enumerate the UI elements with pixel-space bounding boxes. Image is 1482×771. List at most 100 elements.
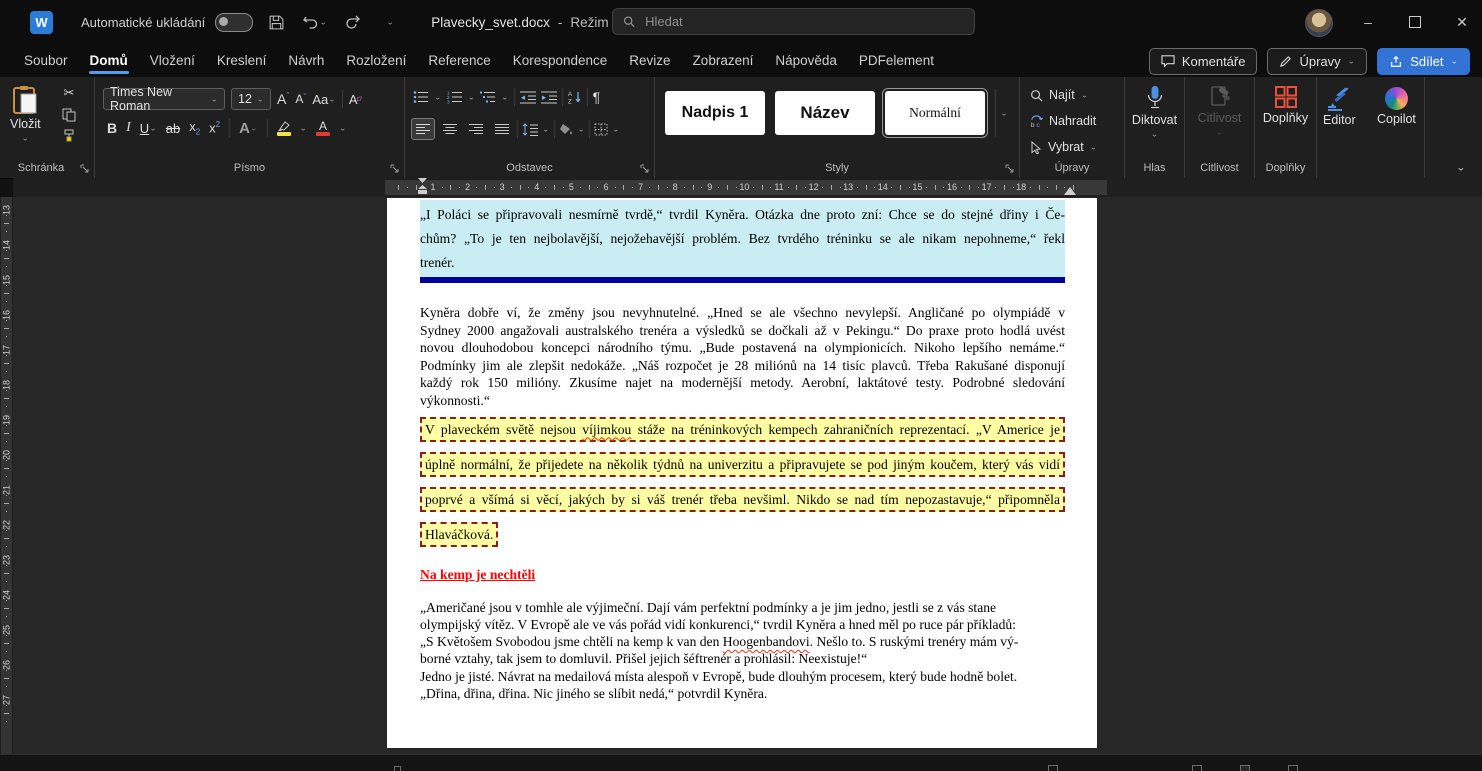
pencil-icon xyxy=(1279,55,1292,68)
tab-korespondence[interactable]: Korespondence xyxy=(502,46,619,76)
font-color-button[interactable]: A xyxy=(316,121,330,136)
cut-button[interactable]: ✂ xyxy=(64,85,75,101)
styles-gallery-more-button[interactable]: ⌄ xyxy=(995,89,1012,137)
tab-pdfelement[interactable]: PDFelement xyxy=(848,46,945,76)
autosave-toggle[interactable] xyxy=(215,13,253,32)
replace-button[interactable]: bc Nahradit xyxy=(1030,111,1097,131)
line-spacing-button[interactable] xyxy=(522,123,538,136)
text-highlight-button[interactable] xyxy=(277,121,291,136)
clipboard-dialog-launcher[interactable] xyxy=(80,164,89,173)
align-center-button[interactable] xyxy=(439,119,461,139)
minimize-button[interactable]: – xyxy=(1345,0,1391,44)
strikethrough-button[interactable]: ab xyxy=(166,121,180,136)
paste-button[interactable]: Vložit ⌄ xyxy=(10,85,41,144)
text-effects-button[interactable]: A⌄ xyxy=(239,120,257,137)
font-name-select[interactable]: Times New Roman⌄ xyxy=(103,88,225,110)
tab-domů[interactable]: Domů xyxy=(79,46,139,76)
tab-vložení[interactable]: Vložení xyxy=(139,46,206,76)
bullets-button[interactable] xyxy=(413,90,429,104)
italic-button[interactable]: I xyxy=(126,120,131,136)
subscript-button[interactable]: x2 xyxy=(189,119,200,137)
para-yellow-highlight[interactable]: V plaveckém světě nejsou víjimkou stáže … xyxy=(420,417,1065,557)
para-body-1[interactable]: Kyněra dobře ví, že změny jsou nevyhnute… xyxy=(420,304,1065,410)
close-button[interactable]: ✕ xyxy=(1439,0,1482,44)
style-card-nazev[interactable]: Název xyxy=(775,91,875,135)
heading-red[interactable]: Na kemp je nechtěli xyxy=(420,566,1065,583)
show-paragraph-marks-button[interactable]: ¶ xyxy=(593,89,601,105)
tab-rozložení[interactable]: Rozložení xyxy=(335,46,417,76)
select-button[interactable]: Vybrat ⌄ xyxy=(1030,137,1097,157)
font-dialog-launcher[interactable] xyxy=(390,164,399,173)
search-input[interactable] xyxy=(643,13,964,30)
ruler-number: 5 xyxy=(569,182,574,192)
document-page[interactable]: „I Poláci se připravovali nesmírně tvrdě… xyxy=(387,198,1097,748)
style-card-nadpis1[interactable]: Nadpis 1 xyxy=(665,91,765,135)
shrink-font-button[interactable]: Aˇ xyxy=(295,92,306,106)
doc-line: poprvé a všímá si věcí, jakých by si váš… xyxy=(420,487,1065,512)
doc-line: úplně normální, že přijedete na několik … xyxy=(420,452,1065,477)
comments-button[interactable]: Komentáře xyxy=(1149,48,1258,75)
tab-revize[interactable]: Revize xyxy=(618,46,681,76)
doc-line: borné vztahy, tak jsem to domluvil. Přiš… xyxy=(420,650,1065,667)
shading-button[interactable] xyxy=(559,123,574,136)
paragraph-dialog-launcher[interactable] xyxy=(640,164,649,173)
editor-button[interactable]: Editor xyxy=(1323,87,1356,127)
collapse-ribbon-chevron[interactable]: ⌄ xyxy=(1456,161,1466,173)
find-button[interactable]: Najít ⌄ xyxy=(1030,85,1097,105)
horizontal-ruler[interactable]: 123456789101112131415161718 xyxy=(13,178,1482,197)
save-button[interactable] xyxy=(261,7,291,37)
editing-mode-button[interactable]: Úpravy ⌄ xyxy=(1267,48,1367,75)
multilevel-list-button[interactable] xyxy=(480,90,496,104)
group-font: Times New Roman⌄ 12⌄ Aˆ Aˇ Aa⌄ A◊ B I U⌄… xyxy=(95,77,405,178)
change-case-button[interactable]: Aa⌄ xyxy=(312,92,335,107)
underline-button[interactable]: U⌄ xyxy=(140,121,157,136)
font-size-select[interactable]: 12⌄ xyxy=(231,88,271,110)
borders-button[interactable] xyxy=(594,123,608,136)
status-bar[interactable] xyxy=(0,754,1482,771)
share-button[interactable]: Sdílet ⌄ xyxy=(1377,48,1470,75)
dictate-button[interactable]: Diktovat ⌄ xyxy=(1125,85,1184,140)
editing-label: Úpravy xyxy=(1299,54,1340,69)
avatar[interactable] xyxy=(1305,9,1333,37)
tab-návrh[interactable]: Návrh xyxy=(277,46,335,76)
grow-font-button[interactable]: Aˆ xyxy=(277,91,289,107)
doc-content: „I Poláci se připravovali nesmírně tvrdě… xyxy=(420,200,1065,702)
copilot-button[interactable]: Copilot xyxy=(1377,87,1416,126)
document-canvas[interactable]: „I Poláci se připravovali nesmírně tvrdě… xyxy=(13,197,1482,755)
align-left-button[interactable] xyxy=(411,118,435,140)
justify-button[interactable] xyxy=(491,119,513,139)
para-body-3[interactable]: Jedno je jisté. Návrat na medailová míst… xyxy=(420,668,1065,703)
bold-button[interactable]: B xyxy=(107,120,117,136)
tab-soubor[interactable]: Soubor xyxy=(13,46,79,76)
increase-indent-button[interactable] xyxy=(541,90,557,104)
tab-kreslení[interactable]: Kreslení xyxy=(206,46,278,76)
superscript-button[interactable]: x2 xyxy=(209,120,220,135)
indent-markers[interactable] xyxy=(417,178,428,197)
editor-icon xyxy=(1326,87,1352,111)
redo-button[interactable] xyxy=(337,7,367,37)
tab-reference[interactable]: Reference xyxy=(417,46,501,76)
search-box[interactable] xyxy=(612,8,975,35)
share-icon xyxy=(1389,55,1403,68)
styles-dialog-launcher[interactable] xyxy=(1005,164,1014,173)
customize-toolbar-button[interactable]: ⌄ xyxy=(375,7,405,37)
clear-formatting-button[interactable]: A◊ xyxy=(349,92,362,107)
style-card-normalni[interactable]: Normální xyxy=(885,91,985,135)
format-painter-button[interactable] xyxy=(62,129,76,143)
para-body-2[interactable]: „Američané jsou v tomhle ale výjimeční. … xyxy=(420,599,1065,668)
copy-button[interactable] xyxy=(62,108,76,122)
sort-button[interactable]: AZ xyxy=(568,90,582,104)
tab-zobrazení[interactable]: Zobrazení xyxy=(682,46,765,76)
decrease-indent-button[interactable] xyxy=(520,90,536,104)
addins-button[interactable]: Doplňky xyxy=(1255,85,1316,125)
align-right-button[interactable] xyxy=(465,119,487,139)
undo-button[interactable]: ⌄ xyxy=(299,7,329,37)
tab-nápověda[interactable]: Nápověda xyxy=(764,46,848,76)
numbering-button[interactable]: 123 xyxy=(447,90,463,104)
para-cyan-highlight[interactable]: „I Poláci se připravovali nesmírně tvrdě… xyxy=(420,200,1065,283)
maximize-button[interactable] xyxy=(1392,0,1438,44)
vertical-ruler[interactable]: 131415161718192021222324252627 xyxy=(0,197,13,755)
font-size-value: 12 xyxy=(238,92,252,106)
word-logo-icon: W xyxy=(30,11,53,34)
right-indent-marker[interactable] xyxy=(1064,187,1076,195)
